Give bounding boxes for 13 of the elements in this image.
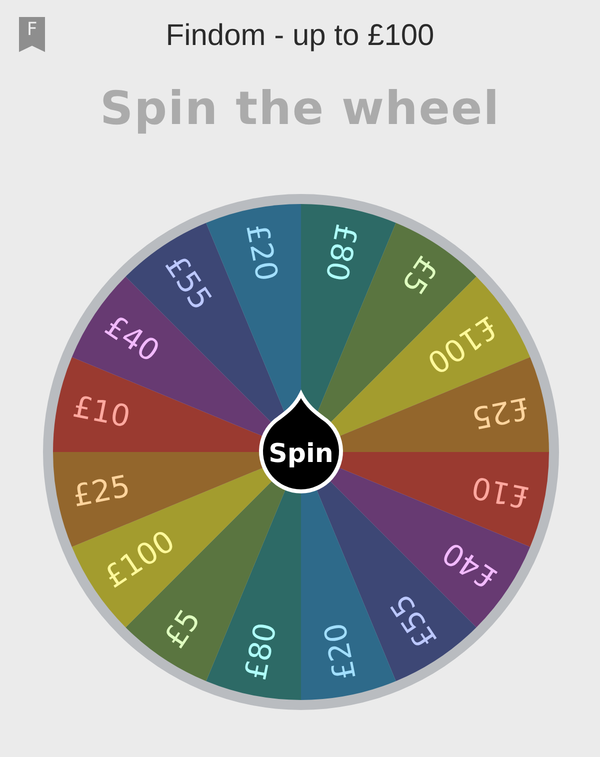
prize-label: £25 (468, 390, 532, 436)
prize-label: £80 (238, 620, 284, 683)
prize-label: £25 (70, 468, 134, 514)
prize-label: £10 (70, 390, 134, 436)
prize-label: £5 (394, 249, 444, 301)
prize-label: £5 (158, 603, 208, 655)
prize-label: £20 (318, 620, 364, 683)
page-title: Findom - up to £100 (166, 19, 434, 53)
prize-label: £20 (238, 221, 284, 284)
prize-label: £10 (468, 468, 532, 514)
prize-label: £80 (318, 221, 364, 284)
heading: Spin the wheel (99, 80, 501, 137)
spin-button[interactable]: Spin (259, 392, 343, 494)
